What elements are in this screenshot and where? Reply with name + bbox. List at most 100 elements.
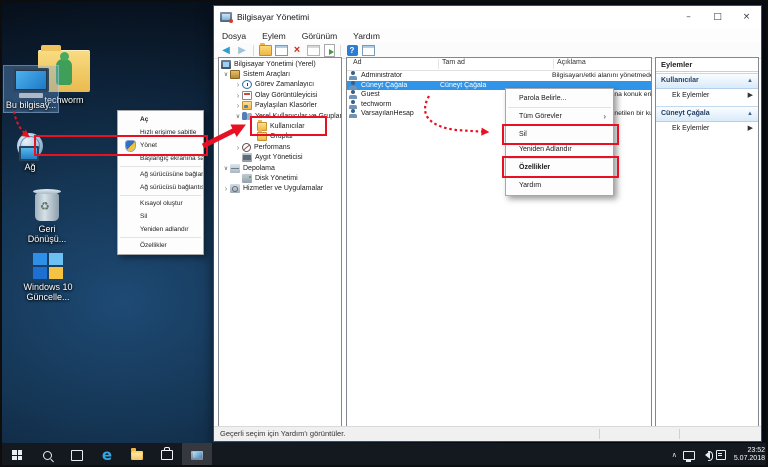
context-pin-start[interactable]: Başlangıç ekranına sabitle [118,152,203,165]
tree-item-storage[interactable]: Depolama [219,163,341,173]
column-header-fullname[interactable]: Tam ad [442,59,465,66]
properties-icon[interactable] [306,45,320,57]
user-name: VarsayılanHesap [361,110,440,117]
forward-icon[interactable]: ▶ [235,45,249,57]
task-view-button[interactable] [62,443,92,467]
tree-item-disk-management[interactable]: Disk Yönetimi [219,173,341,183]
show-console-tree-icon[interactable] [274,45,288,57]
network-tray-icon[interactable] [683,451,695,460]
context-set-password[interactable]: Parola Belirle... [506,91,613,106]
person-figure-icon [56,59,72,85]
file-explorer-button[interactable] [122,443,152,467]
actions-pane[interactable]: Eylemler Kullanıcılar ▲ Ek Eylemler ▶ Cü… [655,57,759,428]
taskbar-clock[interactable]: 23:52 5.07.2018 [734,447,765,464]
search-button[interactable] [32,443,62,467]
tree-item-local-users-groups[interactable]: Yerel Kullanıcılar ve Gruplar [219,111,341,121]
edge-button[interactable]: e [92,443,122,467]
menu-action[interactable]: Eylem [254,31,294,41]
menu-separator [508,107,611,108]
minimize-button[interactable]: – [674,6,703,28]
tree-item-device-manager[interactable]: Aygıt Yöneticisi [219,153,341,163]
up-folder-icon[interactable] [258,45,272,57]
chevron-right-icon[interactable] [234,80,242,89]
user-context-menu: Parola Belirle... Tüm Görevler› Sil Yeni… [505,88,614,196]
maximize-button[interactable]: □ [703,6,732,28]
context-help[interactable]: Yardım [506,178,613,193]
title-bar[interactable]: Bilgisayar Yönetimi – □ × [214,6,761,28]
context-properties[interactable]: Özellikler [118,239,203,252]
tree-item-users[interactable]: Kullanıcılar [219,121,341,131]
tree-item-system-tools[interactable]: Sistem Araçları [219,69,341,79]
collapse-icon[interactable]: ▲ [747,107,753,121]
desktop-icon-recycle-bin[interactable]: Geri Dönüşü... [18,193,76,244]
context-disconnect-network-drive[interactable]: Ağ sürücüsü bağlantısını kes... [118,181,203,194]
chevron-right-icon[interactable] [222,184,230,193]
tree-item-performance[interactable]: Performans [219,142,341,152]
column-header-name[interactable]: Ad [353,59,362,66]
context-delete[interactable]: Sil [118,210,203,223]
context-manage[interactable]: Yönet [118,139,203,152]
chevron-down-icon[interactable] [222,71,230,78]
list-header[interactable]: Ad Tam ad Açıklama [347,58,651,71]
tree-label: Olay Görüntüleyicisi [255,92,317,99]
actions-section-users[interactable]: Kullanıcılar ▲ [656,73,758,89]
more-actions-cuneyt[interactable]: Ek Eylemler ▶ [656,122,758,136]
user-name: Cüneyt Çağala [361,82,440,89]
actions-header: Eylemler [656,58,758,72]
close-button[interactable]: × [732,6,761,28]
menu-bar: Dosya Eylem Görünüm Yardım [214,28,761,43]
context-create-shortcut[interactable]: Kısayol oluştur [118,197,203,210]
tree-item-task-scheduler[interactable]: Görev Zamanlayıcı [219,80,341,90]
tree-item-shared-folders[interactable]: Paylaşılan Klasörler [219,101,341,111]
system-tools-icon [230,70,240,79]
computer-management-taskbar-button[interactable] [182,443,212,467]
chevron-right-icon[interactable] [234,143,242,152]
context-map-network-drive[interactable]: Ağ sürücüsüne bağlan... [118,168,203,181]
export-list-icon[interactable] [322,45,336,57]
context-pin-quick-access[interactable]: Hızlı erişime sabitle [118,126,203,139]
start-button[interactable] [2,443,32,467]
chevron-right-icon[interactable] [234,101,242,110]
desktop-icon-label: Windows 10 Güncelle... [18,282,78,302]
tree-item-event-viewer[interactable]: Olay Görüntüleyicisi [219,90,341,100]
column-header-description[interactable]: Açıklama [557,59,586,66]
file-explorer-icon [131,451,143,460]
context-all-tasks[interactable]: Tüm Görevler› [506,109,613,124]
show-hidden-icons-chevron[interactable]: ∧ [672,451,677,459]
context-delete[interactable]: Sil [506,127,613,142]
menu-view[interactable]: Görünüm [294,31,345,41]
menu-help[interactable]: Yardım [345,31,388,41]
back-icon[interactable]: ◀ [219,45,233,57]
menu-file[interactable]: Dosya [214,31,254,41]
desktop-icon-label: Ağ [24,162,35,172]
submenu-arrow-icon: ▶ [748,122,753,136]
tree-item-services-apps[interactable]: Hizmetler ve Uygulamalar [219,184,341,194]
desktop-icon-windows-update[interactable]: Windows 10 Güncelle... [18,253,78,302]
console-tree-pane[interactable]: Bilgisayar Yönetimi (Yerel) Sistem Araçl… [218,57,342,428]
recycle-bin-icon [35,193,59,221]
chevron-down-icon[interactable] [222,165,230,172]
volume-icon[interactable] [701,451,710,459]
store-button[interactable] [152,443,182,467]
context-properties[interactable]: Özellikler [506,160,613,175]
column-divider[interactable] [438,59,439,69]
desktop-icon-network[interactable]: Ağ [4,133,56,172]
column-divider[interactable] [553,59,554,69]
context-rename[interactable]: Yeniden adlandır [118,223,203,236]
help-icon[interactable]: ? [345,45,359,57]
context-open[interactable]: Aç [118,113,203,126]
collapse-icon[interactable]: ▲ [747,74,753,88]
context-rename[interactable]: Yeniden Adlandır [506,142,613,157]
actions-section-cuneyt[interactable]: Cüneyt Çağala ▲ [656,106,758,122]
tree-item-groups[interactable]: Gruplar [219,132,341,142]
more-actions-users[interactable]: Ek Eylemler ▶ [656,89,758,103]
user-row-administrator[interactable]: Administrator Bilgisayarı/etki alanını y… [347,71,651,81]
delete-icon[interactable]: × [290,45,304,57]
chevron-right-icon[interactable] [234,91,242,100]
statusbar-divider [599,429,600,439]
tree-item-root[interactable]: Bilgisayar Yönetimi (Yerel) [219,59,341,69]
desktop-icon-this-pc[interactable]: Bu bilgisay... [4,66,58,112]
notification-icon[interactable] [716,450,726,460]
console-window-icon[interactable] [361,45,375,57]
chevron-down-icon[interactable] [234,113,242,120]
